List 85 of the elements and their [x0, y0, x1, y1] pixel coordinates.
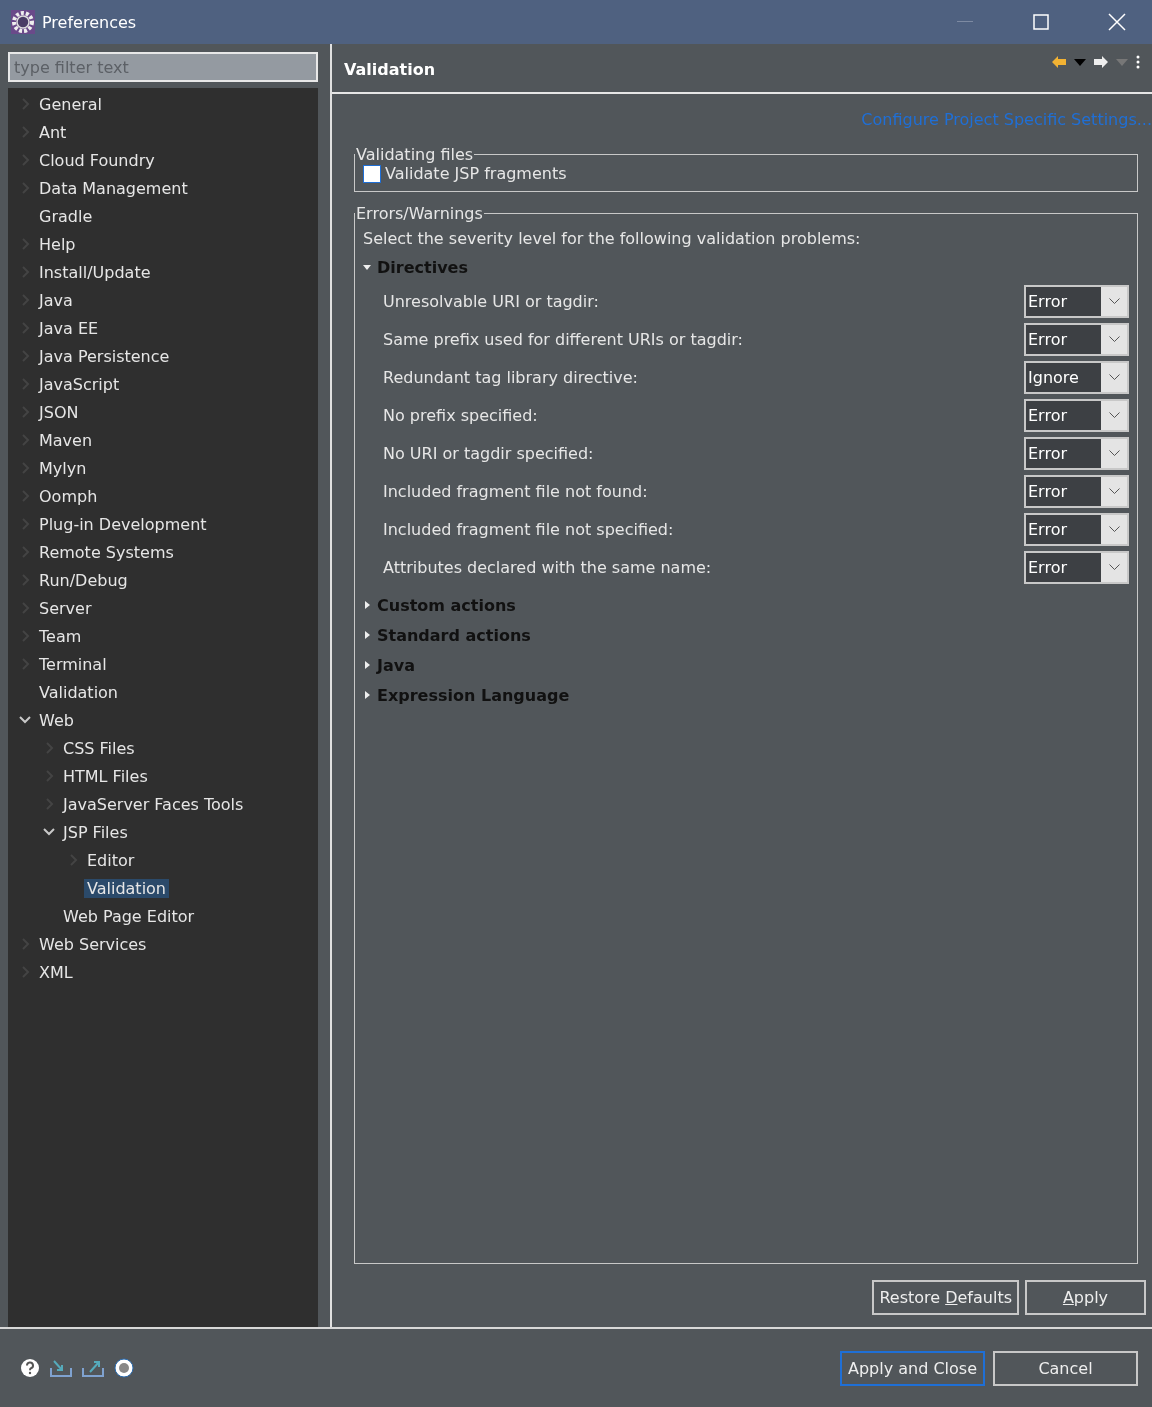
tree-item[interactable]: XML: [36, 962, 76, 982]
problem-label: Unresolvable URI or tagdir:: [383, 291, 599, 311]
severity-dropdown[interactable]: Ignore: [1024, 360, 1129, 394]
collapsed-triangle-icon[interactable]: [363, 601, 371, 609]
tree-item[interactable]: HTML Files: [60, 766, 151, 786]
tree-item[interactable]: Cloud Foundry: [36, 150, 158, 170]
tree-item[interactable]: Maven: [36, 430, 96, 450]
import-icon[interactable]: [50, 1359, 72, 1377]
tree-item[interactable]: JSON: [36, 402, 82, 422]
collapsed-triangle-icon[interactable]: [363, 691, 371, 699]
group-label: Validating files: [355, 145, 475, 164]
problem-label: Redundant tag library directive:: [383, 367, 638, 387]
problem-label: Included fragment file not specified:: [383, 519, 674, 539]
group-label: Errors/Warnings: [355, 204, 484, 223]
problem-label: Same prefix used for different URIs or tagdir:: [383, 329, 743, 349]
collapsed-triangle-icon[interactable]: [363, 631, 371, 639]
tree-item[interactable]: Java EE: [36, 318, 102, 338]
tree-item[interactable]: Validation: [36, 682, 121, 702]
problem-label: No URI or tagdir specified:: [383, 443, 594, 463]
tree-item[interactable]: Gradle: [36, 206, 96, 226]
tree-item[interactable]: General: [36, 94, 106, 114]
minimize-icon[interactable]: [957, 21, 973, 23]
caret-icon: [1108, 298, 1120, 304]
tree-item[interactable]: CSS Files: [60, 738, 138, 758]
tree-item[interactable]: JavaScript: [36, 374, 123, 394]
page-title: Validation: [344, 59, 436, 79]
record-icon[interactable]: [114, 1358, 134, 1378]
tree-item[interactable]: Web Page Editor: [60, 906, 198, 926]
window-title: Preferences: [42, 12, 138, 32]
caret-icon: [1108, 564, 1120, 570]
severity-dropdown[interactable]: Error: [1024, 436, 1129, 470]
apply-and-close-button[interactable]: Apply and Close: [840, 1350, 985, 1386]
problem-label: Included fragment file not found:: [383, 481, 648, 501]
validate-fragments-checkbox[interactable]: Validate JSP fragments: [363, 164, 1129, 183]
dropdown-arrow-icon[interactable]: [1074, 58, 1086, 66]
more-icon[interactable]: [1136, 55, 1140, 69]
caret-icon: [1108, 336, 1120, 342]
filter-field[interactable]: type filter text: [8, 52, 318, 82]
help-icon[interactable]: [20, 1358, 40, 1378]
tree-item[interactable]: Validation: [84, 878, 169, 898]
back-arrow-icon[interactable]: [1052, 56, 1066, 68]
tree-item[interactable]: Remote Systems: [36, 542, 177, 562]
tree-item[interactable]: Server: [36, 598, 95, 618]
tree-item[interactable]: Run/Debug: [36, 570, 131, 590]
problem-label: No prefix specified:: [383, 405, 538, 425]
tree-item[interactable]: Web Services: [36, 934, 150, 954]
collapsed-triangle-icon[interactable]: [363, 661, 371, 669]
cancel-button[interactable]: Cancel: [993, 1350, 1138, 1386]
severity-dropdown[interactable]: Error: [1024, 398, 1129, 432]
tree-item[interactable]: JavaServer Faces Tools: [60, 794, 247, 814]
maximize-icon[interactable]: [1033, 14, 1049, 30]
tree-item[interactable]: Terminal: [36, 654, 110, 674]
restore-defaults-button[interactable]: Restore Defaults: [872, 1280, 1019, 1315]
severity-dropdown[interactable]: Error: [1024, 474, 1129, 508]
caret-icon: [1108, 526, 1120, 532]
severity-dropdown[interactable]: Error: [1024, 512, 1129, 546]
export-icon[interactable]: [82, 1359, 104, 1377]
dropdown-arrow-icon[interactable]: [1116, 58, 1128, 66]
intro-text: Select the severity level for the following validation problems:: [363, 229, 862, 248]
tree-item[interactable]: Java Persistence: [36, 346, 173, 366]
expanded-triangle-icon[interactable]: [363, 263, 371, 271]
tree-item[interactable]: Oomph: [36, 486, 101, 506]
tree-item[interactable]: Java: [36, 290, 76, 310]
tree-item[interactable]: Editor: [84, 850, 138, 870]
tree-item[interactable]: Plug-in Development: [36, 514, 210, 534]
tree-item[interactable]: Install/Update: [36, 262, 154, 282]
caret-icon: [1108, 412, 1120, 418]
problem-label: Attributes declared with the same name:: [383, 557, 712, 577]
severity-dropdown[interactable]: Error: [1024, 322, 1129, 356]
tree-item[interactable]: Team: [36, 626, 85, 646]
apply-button[interactable]: Apply: [1025, 1280, 1146, 1315]
severity-dropdown[interactable]: Error: [1024, 550, 1129, 584]
tree-item[interactable]: Web: [36, 710, 77, 730]
tree-item[interactable]: Help: [36, 234, 79, 254]
caret-icon: [1108, 488, 1120, 494]
tree-item[interactable]: Ant: [36, 122, 70, 142]
tree-item[interactable]: Mylyn: [36, 458, 90, 478]
severity-dropdown[interactable]: Error: [1024, 284, 1129, 318]
forward-arrow-icon[interactable]: [1094, 56, 1108, 68]
tree-item[interactable]: JSP Files: [60, 822, 131, 842]
close-icon[interactable]: [1108, 13, 1126, 31]
caret-icon: [1108, 450, 1120, 456]
caret-icon: [1108, 374, 1120, 380]
tree-item[interactable]: Data Management: [36, 178, 191, 198]
gear-icon: [10, 9, 36, 35]
